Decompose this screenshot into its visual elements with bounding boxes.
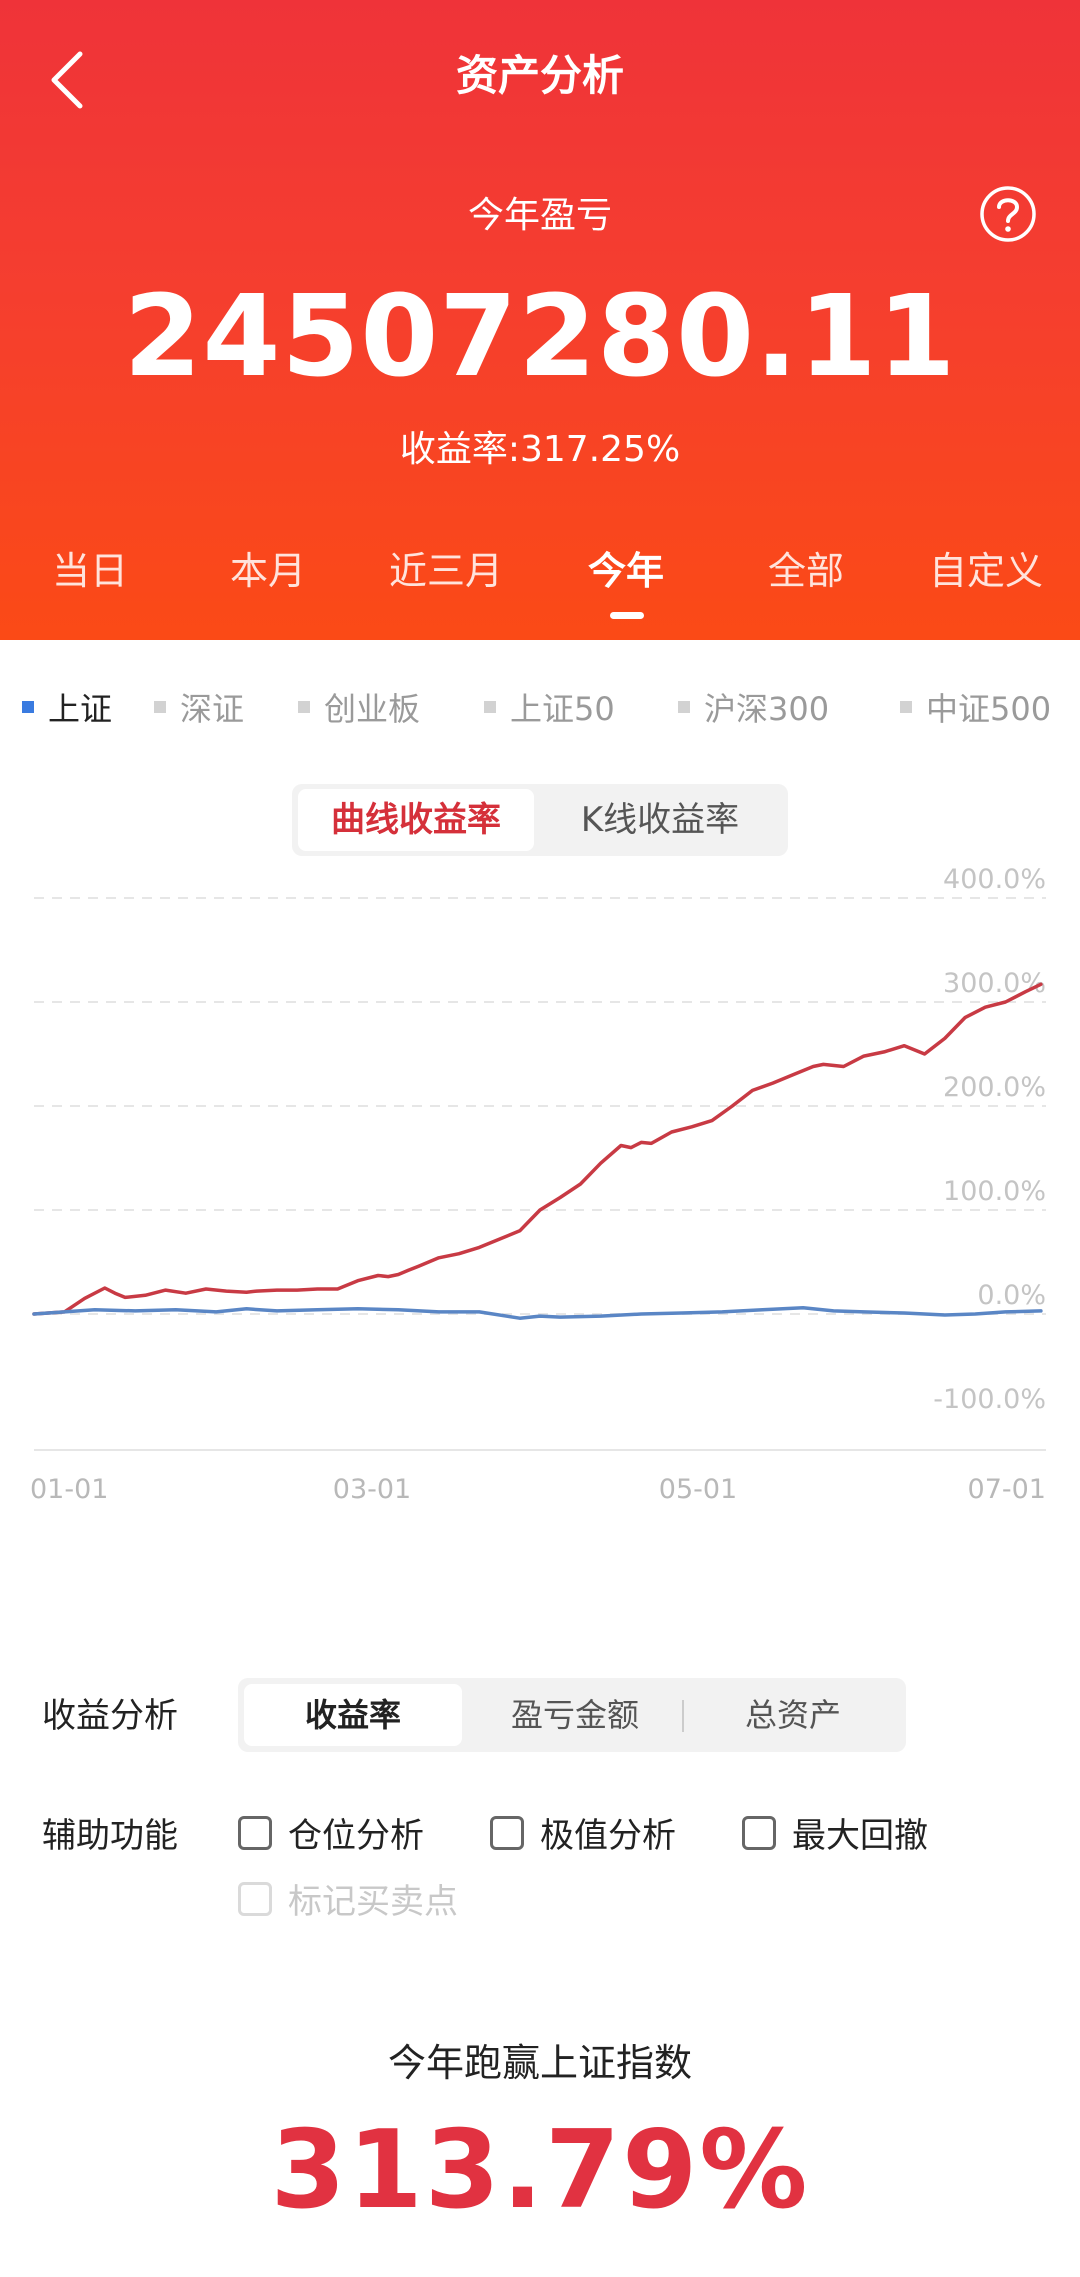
index-csi500[interactable]: 中证500 [900,684,1051,730]
x-tick-label: 07-01 [968,1474,1046,1505]
position-analysis-checkbox[interactable]: 仓位分析 [238,1808,424,1857]
period-tabs: 当日 本月 近三月 今年 全部 自定义 [0,540,1080,600]
checkbox-box [238,1881,272,1916]
active-tab-indicator [610,612,644,619]
legend-square [484,701,496,713]
analysis-option-rate[interactable]: 收益率 [244,1684,462,1746]
legend-square [678,701,690,713]
tab-all[interactable]: 全部 [716,540,896,595]
index-csi300[interactable]: 沪深300 [678,684,829,730]
extreme-analysis-checkbox[interactable]: 极值分析 [490,1808,676,1857]
beat-index-label: 今年跑赢上证指数 [387,2041,692,2085]
x-tick-label: 01-01 [30,1474,108,1505]
legend-square [22,701,34,713]
tab-custom[interactable]: 自定义 [896,540,1076,595]
tab-this-year[interactable]: 今年 [536,540,716,595]
x-tick-label: 05-01 [659,1474,737,1505]
y-tick-label: 200.0% [943,1072,1046,1103]
index-shanghai[interactable]: 上证 [22,684,112,730]
x-tick-label: 03-01 [333,1474,411,1505]
tab-this-month[interactable]: 本月 [178,540,358,595]
page-title: 资产分析 [455,51,624,100]
tab-last-three-months[interactable]: 近三月 [356,540,536,595]
index-chinext[interactable]: 创业板 [298,684,420,730]
y-tick-label: 400.0% [943,864,1046,895]
return-chart: 400.0% 300.0% 200.0% 100.0% 0.0% -100.0% 01-01… [30,864,1046,1505]
analysis-label: 收益分析 [42,1696,178,1736]
beat-index-value: 313.79% [270,2108,810,2233]
analysis-option-total-assets[interactable]: 总资产 [684,1684,902,1746]
profit-label: 今年盈亏 [467,195,612,236]
index-selector: 上证 深证 创业板 上证50 沪深300 中证500 [0,684,1080,734]
checkbox-box[interactable] [742,1815,776,1850]
y-tick-label: 0.0% [977,1280,1046,1311]
mark-trades-checkbox: 标记买卖点 [238,1874,458,1923]
max-drawdown-checkbox[interactable]: 最大回撤 [742,1808,928,1857]
profit-amount: 24507280.11 [123,272,957,402]
index-sse50[interactable]: 上证50 [484,684,615,730]
chart-mode-toggle: 曲线收益率 K线收益率 [292,784,788,856]
y-tick-label: 300.0% [943,968,1046,999]
help-icon[interactable] [978,184,1038,244]
tab-today[interactable]: 当日 [0,540,180,595]
curve-rate-button[interactable]: 曲线收益率 [298,789,534,851]
header: 资产分析 今年盈亏 24507280.11 收益率:317.25% 当日 本月 … [0,0,1080,640]
aux-label: 辅助功能 [42,1816,178,1856]
y-tick-label: 100.0% [943,1176,1046,1207]
profit-rate: 收益率:317.25% [399,429,681,470]
checkbox-box[interactable] [238,1815,272,1850]
legend-square [298,701,310,713]
legend-square [154,701,166,713]
y-tick-label: -100.0% [933,1384,1046,1415]
portfolio-return-line [32,982,1043,1316]
kline-rate-button[interactable]: K线收益率 [538,789,782,851]
checkbox-box[interactable] [490,1815,524,1850]
analysis-option-profit-amount[interactable]: 盈亏金额 [466,1684,684,1746]
index-shenzhen[interactable]: 深证 [154,684,244,730]
analysis-segmented-control: 收益率 盈亏金额 总资产 [238,1678,906,1752]
legend-square [900,701,912,713]
